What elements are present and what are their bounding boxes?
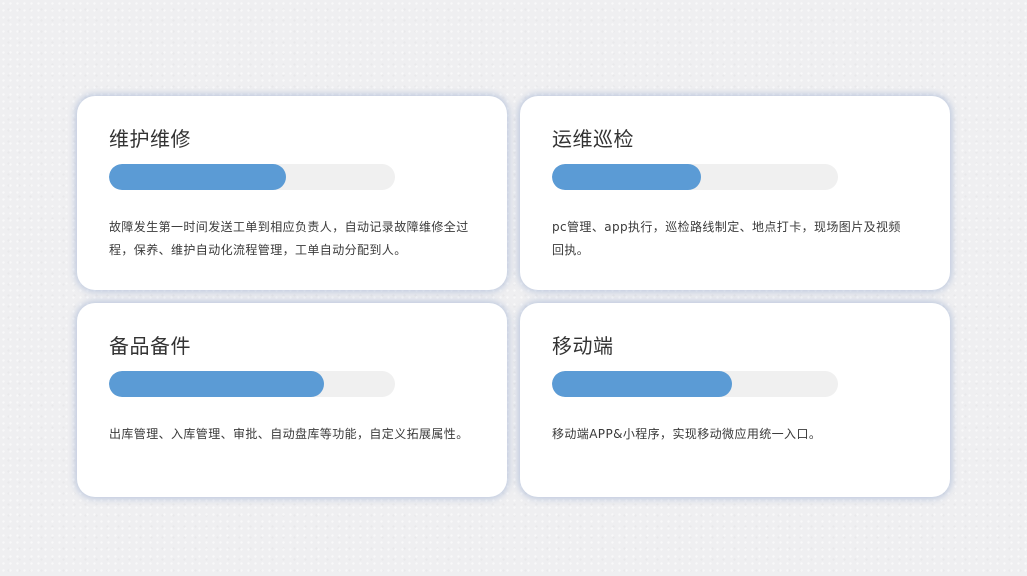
progress-fill xyxy=(109,371,324,397)
progress-bar xyxy=(552,164,838,190)
feature-card-maintenance: 维护维修 故障发生第一时间发送工单到相应负责人，自动记录故障维修全过程，保养、维… xyxy=(77,96,507,290)
progress-fill xyxy=(552,371,733,397)
progress-bar xyxy=(109,371,395,397)
card-description: 出库管理、入库管理、审批、自动盘库等功能，自定义拓展属性。 xyxy=(109,427,469,441)
card-description: pc管理、app执行，巡检路线制定、地点打卡，现场图片及视频回执。 xyxy=(552,220,901,257)
progress-fill xyxy=(109,164,287,190)
feature-card-mobile: 移动端 移动端APP&小程序，实现移动微应用统一入口。 xyxy=(520,303,950,497)
card-title: 移动端 xyxy=(552,334,614,358)
progress-bar xyxy=(109,164,395,190)
progress-bar xyxy=(552,371,838,397)
card-title: 备品备件 xyxy=(109,334,191,358)
card-description: 故障发生第一时间发送工单到相应负责人，自动记录故障维修全过程，保养、维护自动化流… xyxy=(109,220,469,257)
card-title: 运维巡检 xyxy=(552,127,634,151)
progress-fill xyxy=(552,164,701,190)
card-title: 维护维修 xyxy=(109,127,191,151)
card-description: 移动端APP&小程序，实现移动微应用统一入口。 xyxy=(552,427,822,441)
feature-card-inspection: 运维巡检 pc管理、app执行，巡检路线制定、地点打卡，现场图片及视频回执。 xyxy=(520,96,950,290)
feature-card-spare-parts: 备品备件 出库管理、入库管理、审批、自动盘库等功能，自定义拓展属性。 xyxy=(77,303,507,497)
